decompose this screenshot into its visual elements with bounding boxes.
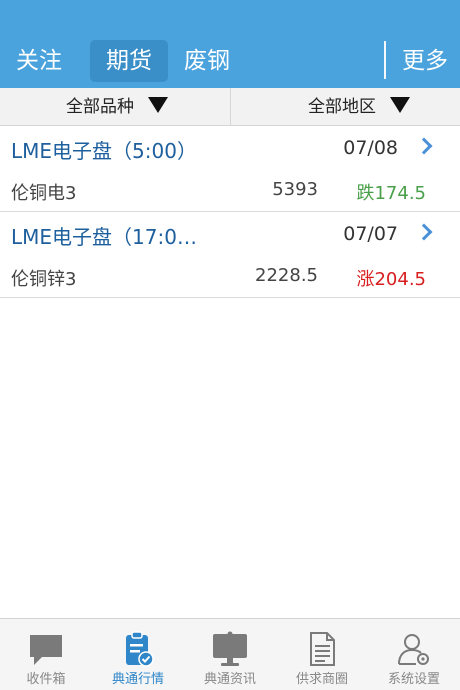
- tabbar-inbox[interactable]: 收件箱: [0, 619, 92, 690]
- tabbar-label: 供求商圈: [295, 672, 348, 687]
- tabbar-label: 系统设置: [387, 672, 440, 687]
- tabbar-label: 典通资讯: [203, 672, 256, 687]
- market-header[interactable]: LME电子盘（17:0… 07/07: [0, 212, 460, 256]
- chevron-right-icon: [415, 223, 433, 241]
- filter-bar: 全部品种 全部地区: [0, 88, 460, 126]
- tabbar-market[interactable]: 典通行情: [92, 619, 184, 690]
- top-tabs: 关注 期货 废钢 更多: [0, 38, 460, 86]
- region-filter[interactable]: 全部地区: [308, 88, 410, 126]
- quote-price: 2228.5: [255, 265, 318, 286]
- tabbar-label: 收件箱: [26, 672, 66, 687]
- bottom-tab-bar: 收件箱 典通行情 典通资讯 供求商圈 系统设置: [0, 618, 460, 690]
- market-header[interactable]: LME电子盘（5:00） 07/08: [0, 126, 460, 170]
- chevron-right-icon: [415, 137, 433, 155]
- user-gear-icon: [398, 634, 429, 665]
- region-filter-label: 全部地区: [308, 97, 376, 117]
- market-name: LME电子盘（5:00）: [11, 139, 197, 163]
- more-button[interactable]: 更多: [392, 40, 458, 82]
- tabbar-news[interactable]: 典通资讯: [184, 619, 276, 690]
- market-group: LME电子盘（5:00） 07/08 伦铜电3 5393 跌174.5: [0, 126, 460, 212]
- dropdown-triangle-icon: [148, 97, 168, 113]
- tabbar-supply-demand[interactable]: 供求商圈: [276, 619, 368, 690]
- document-icon: [310, 632, 335, 666]
- quote-price: 5393: [272, 179, 318, 200]
- market-date: 07/07: [343, 223, 398, 245]
- quote-row[interactable]: 伦铜电3 5393 跌174.5: [0, 170, 460, 212]
- tab-divider: [384, 41, 386, 79]
- market-group: LME电子盘（17:0… 07/07 伦铜锌3 2228.5 涨204.5: [0, 212, 460, 298]
- top-header: 关注 期货 废钢 更多: [0, 0, 460, 88]
- quote-change: 跌174.5: [356, 183, 426, 204]
- market-date: 07/08: [343, 137, 398, 159]
- tabbar-label: 典通行情: [111, 672, 164, 687]
- tab-scrap-steel[interactable]: 废钢: [172, 40, 242, 82]
- quote-change: 涨204.5: [356, 269, 426, 290]
- variety-filter[interactable]: 全部品种: [66, 88, 168, 126]
- market-name: LME电子盘（17:0…: [11, 225, 197, 249]
- tab-follow[interactable]: 关注: [4, 40, 74, 82]
- filter-divider: [230, 88, 231, 126]
- quote-name: 伦铜电3: [11, 183, 77, 204]
- quote-row[interactable]: 伦铜锌3 2228.5 涨204.5: [0, 256, 460, 298]
- chat-bubble-icon: [30, 635, 62, 665]
- tab-futures[interactable]: 期货: [90, 40, 168, 82]
- clipboard-check-icon: [126, 631, 154, 667]
- monitor-icon: [213, 631, 247, 666]
- dropdown-triangle-icon: [390, 97, 410, 113]
- variety-filter-label: 全部品种: [66, 97, 134, 117]
- quote-name: 伦铜锌3: [11, 269, 77, 290]
- market-list: LME电子盘（5:00） 07/08 伦铜电3 5393 跌174.5 LME电…: [0, 126, 460, 298]
- tabbar-settings[interactable]: 系统设置: [368, 619, 460, 690]
